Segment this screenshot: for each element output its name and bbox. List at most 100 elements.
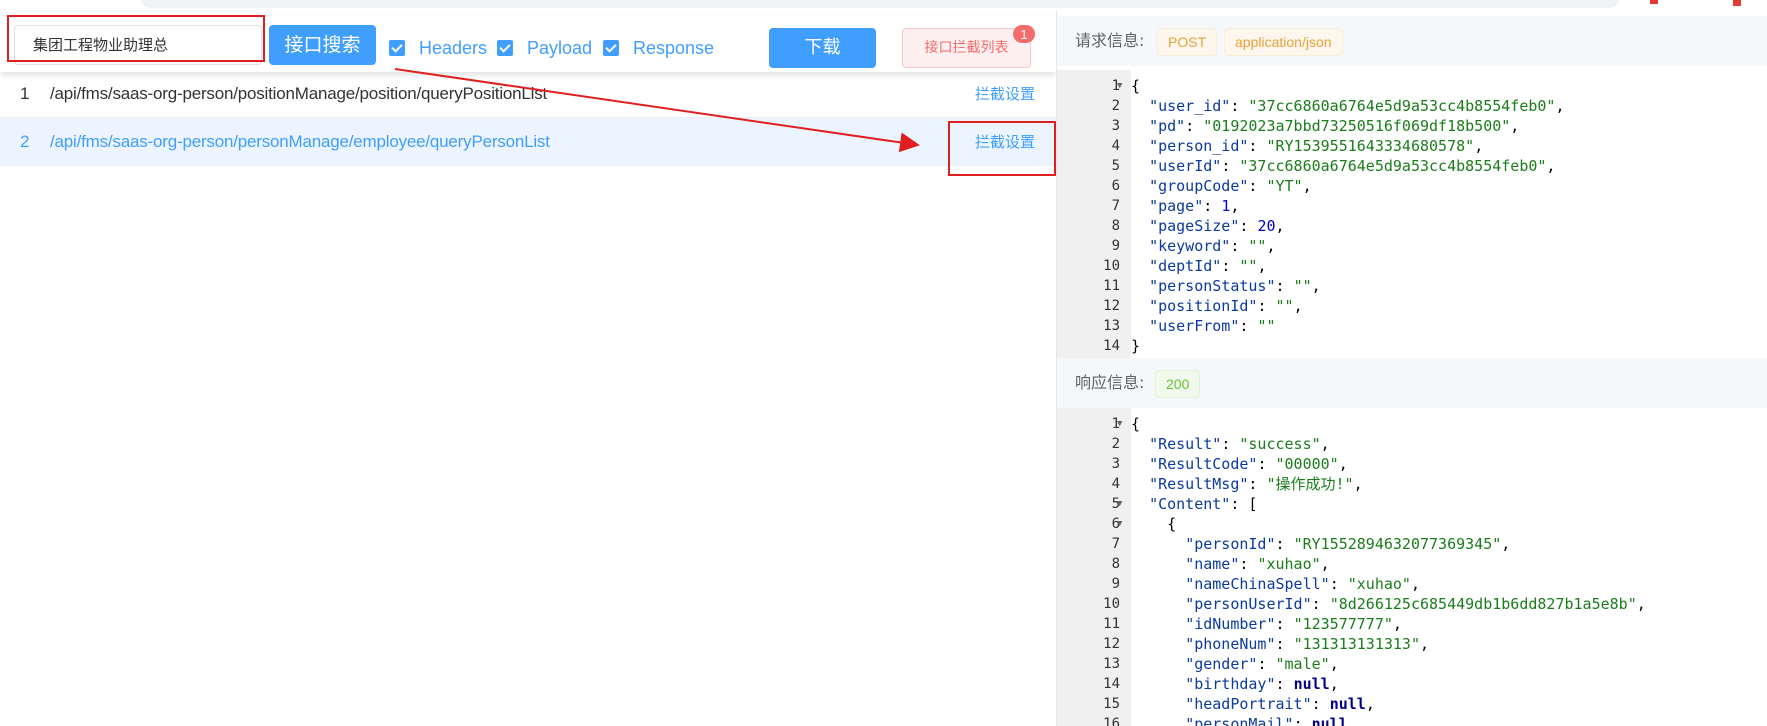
response-info-bar: 响应信息: 200 [1057,358,1767,408]
code-line: 8 "name": "xuhao", [1057,554,1767,574]
code-text: "ResultMsg": "操作成功!", [1149,475,1363,493]
code-line: 13 "userFrom": "" [1057,316,1767,336]
code-text: } [1131,337,1141,355]
code-line: 7 "personId": "RY1552894632077369345", [1057,534,1767,554]
code-line: 9 "keyword": "", [1057,236,1767,256]
code-line: 12 "positionId": "", [1057,296,1767,316]
code-text: "groupCode": "YT", [1149,177,1312,195]
code-line: 13 "gender": "male", [1057,654,1767,674]
code-text: "personMail": null, [1185,715,1357,726]
code-line: 5 ▼ "Content": [ [1057,494,1767,514]
line-number: 10 [1103,596,1120,612]
line-number: 3 [1111,118,1120,134]
code-text: "page": 1, [1149,197,1240,215]
code-line: 11 "personStatus": "", [1057,276,1767,296]
line-number: 12 [1103,636,1120,652]
code-line: 11 "idNumber": "123577777", [1057,614,1767,634]
code-text: { [1131,77,1141,95]
code-text: "positionId": "", [1149,297,1303,315]
code-line: 14 "birthday": null, [1057,674,1767,694]
response-body-editor[interactable]: 1 ▼{2 "Result": "success", 3 "ResultCode":… [1057,408,1767,726]
code-line: 4 "ResultMsg": "操作成功!", [1057,474,1767,494]
code-line: 1 ▼{ [1057,76,1767,96]
code-line: 16 "personMail": null, [1057,714,1767,726]
line-number: 2 [1111,98,1120,114]
code-text: "pageSize": 20, [1149,217,1285,235]
code-line: 2 "Result": "success", [1057,434,1767,454]
line-number: 2 [1111,436,1120,452]
code-text: "Result": "success", [1149,435,1330,453]
request-info-label: 请求信息: [1075,31,1145,50]
code-text: "gender": "male", [1185,655,1339,673]
code-text: { [1131,515,1177,533]
line-number: 8 [1111,218,1120,234]
code-line: 2 "user_id": "37cc6860a6764e5d9a53cc4b85… [1057,96,1767,116]
code-line: 9 "nameChinaSpell": "xuhao", [1057,574,1767,594]
code-line: 8 "pageSize": 20, [1057,216,1767,236]
line-number: 10 [1103,258,1120,274]
code-line: 7 "page": 1, [1057,196,1767,216]
line-number: 5 [1111,158,1120,174]
line-number: 9 [1111,576,1120,592]
detail-panel: 请求信息: POST application/json 1 ▼{2 "user_i… [1056,10,1767,726]
code-text: "birthday": null, [1185,675,1339,693]
code-line: 6 "groupCode": "YT", [1057,176,1767,196]
code-line: 1 ▼{ [1057,414,1767,434]
line-number: 14 [1103,676,1120,692]
line-number: 15 [1103,696,1120,712]
line-number: 11 [1103,616,1120,632]
code-text: "person_id": "RY1539551643334680578", [1149,137,1484,155]
code-text: "pd": "0192023a7bbd73250516f069df18b500"… [1149,117,1520,135]
code-text: "nameChinaSpell": "xuhao", [1185,575,1420,593]
code-text: "userFrom": "" [1149,317,1276,335]
fold-caret-icon[interactable]: ▼ [1117,76,1122,96]
line-number: 4 [1111,476,1120,492]
code-line: 5 "userId": "37cc6860a6764e5d9a53cc4b855… [1057,156,1767,176]
line-number: 13 [1103,318,1120,334]
line-number: 13 [1103,656,1120,672]
code-text: "name": "xuhao", [1185,555,1330,573]
code-text: "deptId": "", [1149,257,1267,275]
code-line: 15 "headPortrait": null, [1057,694,1767,714]
code-text: "userId": "37cc6860a6764e5d9a53cc4b8554f… [1149,157,1556,175]
line-number: 6 [1111,178,1120,194]
code-text: "ResultCode": "00000", [1149,455,1348,473]
code-text: "headPortrait": null, [1185,695,1375,713]
code-text: "personUserId": "8d266125c685449db1b6dd8… [1185,595,1646,613]
fold-caret-icon[interactable]: ▼ [1117,514,1122,534]
code-line: 6 ▼ { [1057,514,1767,534]
response-info-label: 响应信息: [1075,373,1145,392]
line-number: 16 [1103,716,1120,726]
line-number: 8 [1111,556,1120,572]
line-number: 11 [1103,278,1120,294]
code-line: 10 "personUserId": "8d266125c685449db1b6… [1057,594,1767,614]
code-line: 3 "pd": "0192023a7bbd73250516f069df18b50… [1057,116,1767,136]
code-line: 3 "ResultCode": "00000", [1057,454,1767,474]
code-line: 14} [1057,336,1767,356]
line-number: 7 [1111,198,1120,214]
line-number: 3 [1111,456,1120,472]
code-line: 4 "person_id": "RY1539551643334680578", [1057,136,1767,156]
code-text: "personStatus": "", [1149,277,1321,295]
code-line: 10 "deptId": "", [1057,256,1767,276]
method-tag: POST [1157,28,1218,56]
code-text: "personId": "RY1552894632077369345", [1185,535,1511,553]
status-code-tag: 200 [1155,370,1201,398]
request-info-bar: 请求信息: POST application/json [1057,16,1767,66]
line-number: 9 [1111,238,1120,254]
fold-caret-icon[interactable]: ▼ [1117,494,1122,514]
fold-caret-icon[interactable]: ▼ [1117,414,1122,434]
line-number: 12 [1103,298,1120,314]
code-text: "Content": [ [1149,495,1258,513]
code-line: 12 "phoneNum": "131313131313", [1057,634,1767,654]
code-text: { [1131,415,1141,433]
request-payload-editor[interactable]: 1 ▼{2 "user_id": "37cc6860a6764e5d9a53cc4… [1057,70,1767,358]
code-text: "user_id": "37cc6860a6764e5d9a53cc4b8554… [1149,97,1565,115]
line-number: 4 [1111,138,1120,154]
line-number: 14 [1103,338,1120,354]
code-text: "keyword": "", [1149,237,1276,255]
code-text: "idNumber": "123577777", [1185,615,1402,633]
code-text: "phoneNum": "131313131313", [1185,635,1430,653]
line-number: 7 [1111,536,1120,552]
app-root: 集团工程物业助理总 接口搜索 Headers Payload Response … [0,0,1767,726]
